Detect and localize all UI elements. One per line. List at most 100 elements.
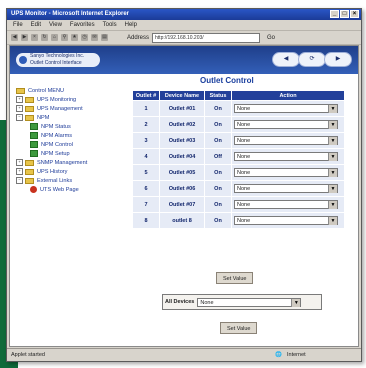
menu-bar: File Edit View Favorites Tools Help — [7, 20, 361, 31]
table-header-row: Outlet # Device Name Status Action — [132, 90, 345, 101]
nav-back-button[interactable]: ◀ — [272, 52, 300, 67]
search-icon[interactable]: ⚲ — [61, 34, 68, 41]
title-bar: UPS Monitor - Microsoft Internet Explore… — [7, 9, 361, 20]
home-icon[interactable]: ⌂ — [51, 34, 58, 41]
chevron-down-icon[interactable]: ▼ — [328, 169, 337, 177]
menu-edit[interactable]: Edit — [31, 20, 41, 30]
chevron-down-icon[interactable]: ▼ — [291, 298, 301, 307]
tree-item-ups-management[interactable]: + UPS Management — [16, 104, 126, 113]
device-name: Outlet #07 — [159, 196, 205, 213]
tree-item-control-menu[interactable]: Control MENU — [16, 86, 126, 95]
table-row: 8 outlet 8 On None ▼ — [132, 212, 345, 229]
maximize-button[interactable]: □ — [340, 10, 349, 18]
set-value-button-all[interactable]: Set Value — [220, 322, 258, 334]
status-bar: Applet started 🌐 Internet — [7, 348, 361, 361]
chevron-down-icon[interactable]: ▼ — [328, 185, 337, 193]
page-content: Sanyo Technologies Inc. Outlet Control I… — [9, 45, 359, 347]
action-select[interactable]: None ▼ — [234, 184, 338, 193]
expand-icon[interactable]: + — [16, 96, 23, 103]
back-icon[interactable]: ◀ — [11, 34, 18, 41]
outlet-status: On — [204, 132, 232, 149]
favorites-icon[interactable]: ★ — [71, 34, 78, 41]
tree-item-ups-history[interactable]: + UPS History — [16, 167, 126, 176]
close-button[interactable]: × — [350, 10, 359, 18]
chevron-down-icon[interactable]: ▼ — [328, 137, 337, 145]
action-select[interactable]: None ▼ — [234, 200, 338, 209]
tree-item-label: NPM — [37, 114, 50, 121]
outlet-number: 7 — [132, 196, 160, 213]
table-row: 3 Outlet #03 On None ▼ — [132, 132, 345, 149]
window-title: UPS Monitor - Microsoft Internet Explore… — [11, 11, 130, 17]
set-value-button[interactable]: Set Value — [216, 272, 254, 284]
chevron-down-icon[interactable]: ▼ — [328, 121, 337, 129]
action-select[interactable]: None ▼ — [234, 136, 338, 145]
outlet-status: On — [204, 196, 232, 213]
outlet-table: Outlet # Device Name Status Action 1 Out… — [132, 90, 345, 229]
expand-icon[interactable]: + — [16, 159, 23, 166]
forward-icon[interactable]: ▶ — [21, 34, 28, 41]
device-name: Outlet #01 — [159, 100, 205, 117]
tree-item-npm[interactable]: − NPM — [16, 113, 126, 122]
table-row: 2 Outlet #02 On None ▼ — [132, 116, 345, 133]
menu-help[interactable]: Help — [125, 20, 137, 30]
tree-item-label: UPS Management — [37, 105, 83, 112]
outlet-status: On — [204, 164, 232, 181]
action-select[interactable]: None ▼ — [234, 104, 338, 113]
address-input[interactable]: http://192.168.10.203/ — [152, 32, 261, 43]
outlet-number: 5 — [132, 164, 160, 181]
print-icon[interactable]: ▤ — [101, 34, 108, 41]
nav-refresh-button[interactable]: ⟳ — [298, 52, 326, 67]
outlet-number: 3 — [132, 132, 160, 149]
menu-tools[interactable]: Tools — [103, 20, 117, 30]
all-devices-control: All Devices None ▼ — [162, 294, 322, 310]
menu-view[interactable]: View — [49, 20, 62, 30]
tree-item-label: NPM Setup — [41, 150, 70, 157]
tree-item-external-links[interactable]: − External Links — [16, 176, 126, 185]
device-name: Outlet #04 — [159, 148, 205, 165]
tree-item-npm-alarms[interactable]: NPM Alarms — [16, 131, 126, 140]
tree-item-snmp-management[interactable]: + SNMP Management — [16, 158, 126, 167]
menu-favorites[interactable]: Favorites — [70, 20, 95, 30]
action-select[interactable]: None ▼ — [234, 120, 338, 129]
action-select[interactable]: None ▼ — [234, 168, 338, 177]
tree-item-label: UPS Monitoring — [37, 96, 77, 103]
tree-item-label: External Links — [37, 177, 73, 184]
expand-icon[interactable]: + — [16, 105, 23, 112]
device-name: outlet 8 — [159, 212, 205, 229]
tree-item-npm-status[interactable]: NPM Status — [16, 122, 126, 131]
mail-icon[interactable]: ✉ — [91, 34, 98, 41]
page-icon — [30, 123, 38, 130]
stop-icon[interactable]: × — [31, 34, 38, 41]
chevron-down-icon[interactable]: ▼ — [328, 201, 337, 209]
status-text: Applet started — [11, 352, 45, 358]
tree-item-label: NPM Status — [41, 123, 71, 130]
action-select-value: None — [237, 170, 251, 176]
chevron-down-icon[interactable]: ▼ — [328, 217, 337, 225]
go-button[interactable]: Go — [267, 35, 275, 41]
menu-file[interactable]: File — [13, 20, 23, 30]
tree-item-uts-web-page[interactable]: UTS Web Page — [16, 185, 126, 194]
refresh-icon[interactable]: ↻ — [41, 34, 48, 41]
action-select-value: None — [237, 154, 251, 160]
action-select[interactable]: None ▼ — [234, 216, 338, 225]
collapse-icon[interactable]: − — [16, 177, 23, 184]
nav-forward-button[interactable]: ▶ — [324, 52, 352, 67]
tree-item-npm-control[interactable]: NPM Control — [16, 140, 126, 149]
all-devices-select[interactable]: None ▼ — [197, 297, 302, 307]
chevron-down-icon[interactable]: ▼ — [328, 153, 337, 161]
outlet-status: Off — [204, 148, 232, 165]
action-select[interactable]: None ▼ — [234, 152, 338, 161]
page-icon — [30, 150, 38, 157]
chevron-down-icon[interactable]: ▼ — [328, 105, 337, 113]
expand-icon[interactable]: + — [16, 168, 23, 175]
collapse-icon[interactable]: − — [16, 114, 23, 121]
page-title: Outlet Control — [200, 76, 254, 85]
tree-item-npm-setup[interactable]: NPM Setup — [16, 149, 126, 158]
history-icon[interactable]: ◷ — [81, 34, 88, 41]
minimize-button[interactable]: _ — [330, 10, 339, 18]
action-select-value: None — [237, 106, 251, 112]
folder-icon — [25, 168, 34, 175]
outlet-number: 8 — [132, 212, 160, 229]
table-row: 6 Outlet #06 On None ▼ — [132, 180, 345, 197]
tree-item-ups-monitoring[interactable]: + UPS Monitoring — [16, 95, 126, 104]
